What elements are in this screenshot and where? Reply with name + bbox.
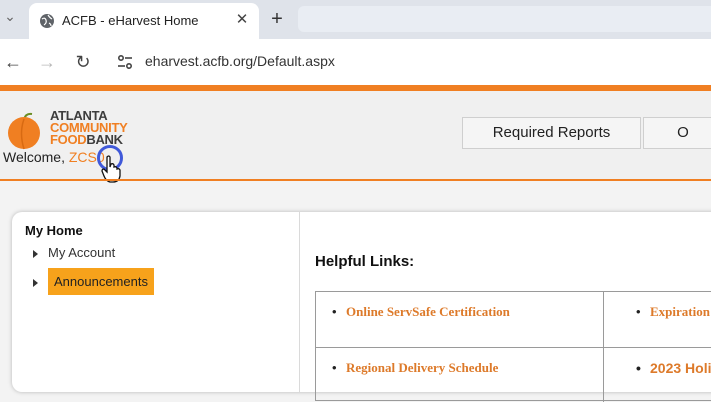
site-info-icon[interactable]: [115, 52, 135, 72]
link-online-servsafe[interactable]: Online ServSafe Certification: [332, 304, 510, 320]
link-regional-delivery[interactable]: Regional Delivery Schedule: [332, 360, 498, 376]
sidebar-item-announcements[interactable]: Announcements: [33, 268, 154, 295]
plus-icon[interactable]: +: [266, 8, 288, 30]
logo-text: ATLANTA COMMUNITY FOODBANK: [50, 108, 128, 147]
nav-required-reports[interactable]: Required Reports: [462, 117, 641, 149]
back-arrow-icon[interactable]: ←: [2, 51, 24, 73]
table-cell: Regional Delivery Schedule: [316, 348, 604, 402]
table-cell: Online ServSafe Certification: [316, 292, 604, 348]
browser-tab-bar: ⌄ ACFB - eHarvest Home ✕ +: [0, 0, 711, 39]
site-header: ATLANTA COMMUNITY FOODBANK Welcome, ZCS0…: [0, 91, 711, 183]
caret-right-icon: [33, 249, 38, 258]
peach-logo-icon: [8, 112, 40, 150]
sidebar-title: My Home: [25, 223, 83, 238]
browser-toolbar: ← → ↻ eharvest.acfb.org/Default.aspx: [0, 39, 711, 85]
forward-arrow-icon[interactable]: →: [36, 51, 58, 73]
link-expiration[interactable]: Expiration: [636, 304, 710, 320]
welcome-text: Welcome, ZCS0: [3, 149, 105, 165]
tabbar-empty-area: [298, 6, 711, 32]
sidebar-item-my-account[interactable]: My Account: [33, 245, 115, 260]
globe-icon: [40, 14, 54, 28]
acfb-logo[interactable]: ATLANTA COMMUNITY FOODBANK: [4, 97, 154, 150]
reload-icon[interactable]: ↻: [72, 51, 94, 73]
content-panel: My Home My Account Announcements Helpful…: [12, 212, 711, 402]
tab-title: ACFB - eHarvest Home: [62, 13, 199, 28]
helpful-links-table: Online ServSafe Certification Expiration…: [315, 291, 711, 402]
address-bar-url[interactable]: eharvest.acfb.org/Default.aspx: [145, 53, 335, 69]
header-divider: [0, 179, 711, 181]
table-cell: 2023 Holi: [604, 348, 711, 402]
close-icon[interactable]: ✕: [233, 11, 251, 29]
helpful-links-title: Helpful Links:: [315, 253, 415, 270]
nav-other-tab[interactable]: O: [643, 117, 711, 149]
table-cell: Expiration: [604, 292, 711, 348]
sidebar: My Home My Account Announcements: [12, 212, 300, 392]
tab-search-icon[interactable]: ⌄: [0, 8, 20, 30]
browser-tab[interactable]: ACFB - eHarvest Home ✕: [29, 3, 259, 39]
caret-right-icon: [33, 278, 38, 287]
link-2023-holiday[interactable]: 2023 Holi: [636, 360, 711, 376]
